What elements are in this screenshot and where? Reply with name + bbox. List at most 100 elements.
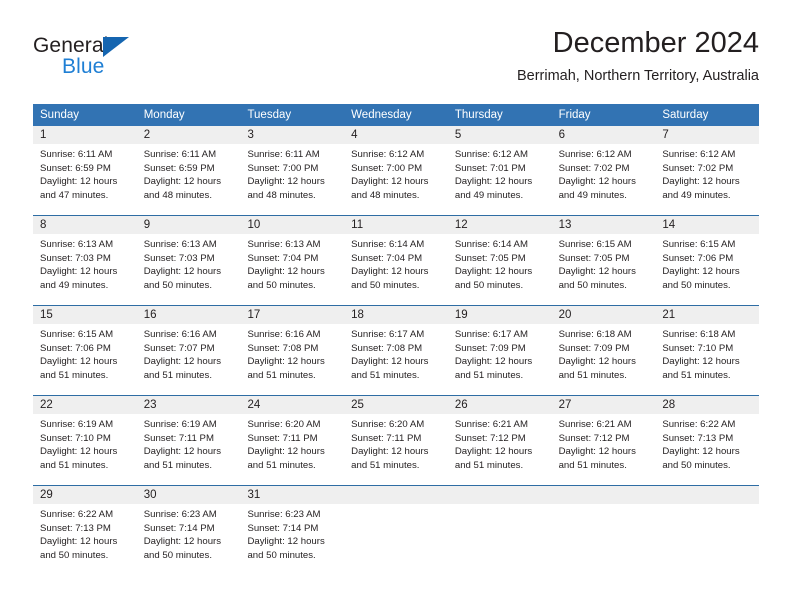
day-sunset: Sunset: 7:12 PM — [558, 432, 630, 444]
day-cell[interactable]: Sunrise: 6:22 AM Sunset: 7:13 PM Daylight:… — [33, 504, 137, 575]
day-daylight-line1: Daylight: 12 hours — [454, 446, 533, 457]
day-sunrise: Sunrise: 6:19 AM — [143, 419, 217, 430]
day-cell[interactable]: Sunrise: 6:16 AM Sunset: 7:07 PM Daylight:… — [137, 324, 241, 395]
day-number[interactable]: 7 — [655, 126, 759, 144]
day-daylight-line1: Daylight: 12 hours — [351, 266, 429, 277]
day-cell[interactable]: Sunrise: 6:22 AM Sunset: 7:13 PM Daylight:… — [655, 414, 759, 485]
day-number[interactable]: 2 — [137, 126, 241, 144]
day-sunset: Sunset: 7:11 PM — [351, 432, 422, 444]
day-cell[interactable]: Sunrise: 6:15 AM Sunset: 7:06 PM Daylight:… — [33, 324, 137, 395]
day-daylight-line2: and 50 minutes. — [247, 549, 316, 561]
day-sunrise: Sunrise: 6:15 AM — [558, 239, 632, 250]
week-date-strip: 8 9 10 11 12 13 14 — [33, 216, 759, 234]
day-daylight-line2: and 51 minutes. — [40, 459, 109, 471]
title-block: December 2024 Berrimah, Northern Territo… — [517, 26, 759, 86]
day-cell[interactable]: Sunrise: 6:12 AM Sunset: 7:02 PM Daylight:… — [552, 144, 656, 215]
day-sunset: Sunset: 7:09 PM — [558, 342, 630, 354]
day-number[interactable]: 17 — [240, 306, 344, 324]
day-number[interactable]: 1 — [33, 126, 137, 144]
day-sunset: Sunset: 7:00 PM — [351, 162, 423, 174]
day-cell[interactable]: Sunrise: 6:12 AM Sunset: 7:01 PM Daylight:… — [448, 144, 552, 215]
day-number[interactable]: 4 — [344, 126, 448, 144]
day-number[interactable]: 16 — [137, 306, 241, 324]
day-cell[interactable]: Sunrise: 6:16 AM Sunset: 7:08 PM Daylight:… — [240, 324, 344, 395]
day-number[interactable]: 26 — [448, 396, 552, 414]
day-number[interactable]: 21 — [655, 306, 759, 324]
day-cell[interactable]: Sunrise: 6:20 AM Sunset: 7:11 PM Daylight:… — [240, 414, 344, 485]
day-cell[interactable]: Sunrise: 6:19 AM Sunset: 7:11 PM Daylight:… — [137, 414, 241, 485]
logo-triangle-icon — [103, 37, 129, 57]
day-number[interactable]: 5 — [448, 126, 552, 144]
day-cell[interactable]: Sunrise: 6:21 AM Sunset: 7:12 PM Daylight:… — [448, 414, 552, 485]
day-daylight-line2: and 50 minutes. — [143, 549, 212, 561]
day-daylight-line2: and 51 minutes. — [247, 369, 316, 381]
day-number[interactable]: 8 — [33, 216, 137, 234]
day-cell[interactable]: Sunrise: 6:20 AM Sunset: 7:11 PM Daylight:… — [344, 414, 448, 485]
day-cell[interactable]: Sunrise: 6:11 AM Sunset: 7:00 PM Daylight:… — [240, 144, 344, 215]
day-number[interactable]: 9 — [137, 216, 241, 234]
day-daylight-line2: and 51 minutes. — [558, 369, 627, 381]
day-number[interactable]: 19 — [448, 306, 552, 324]
calendar-week-row: 22 23 24 25 26 27 28 Sunrise: 6:19 AM Sunset: 7:… — [33, 395, 759, 485]
day-daylight-line2: and 50 minutes. — [662, 279, 731, 291]
day-number[interactable]: 28 — [655, 396, 759, 414]
day-cell[interactable]: Sunrise: 6:14 AM Sunset: 7:05 PM Daylight:… — [448, 234, 552, 305]
day-cell[interactable]: Sunrise: 6:12 AM Sunset: 7:00 PM Daylight:… — [344, 144, 448, 215]
day-sunrise: Sunrise: 6:14 AM — [454, 239, 528, 250]
day-cell[interactable]: Sunrise: 6:14 AM Sunset: 7:04 PM Daylight:… — [344, 234, 448, 305]
day-cell[interactable]: Sunrise: 6:18 AM Sunset: 7:10 PM Daylight:… — [655, 324, 759, 395]
day-number[interactable]: 24 — [240, 396, 344, 414]
day-cell[interactable]: Sunrise: 6:19 AM Sunset: 7:10 PM Daylight:… — [33, 414, 137, 485]
day-number[interactable]: 14 — [655, 216, 759, 234]
day-sunrise: Sunrise: 6:21 AM — [558, 419, 632, 430]
day-number[interactable]: 29 — [33, 486, 137, 504]
day-sunrise: Sunrise: 6:23 AM — [143, 509, 217, 520]
day-number[interactable]: 12 — [448, 216, 552, 234]
day-cell[interactable]: Sunrise: 6:12 AM Sunset: 7:02 PM Daylight:… — [655, 144, 759, 215]
day-cell[interactable]: Sunrise: 6:11 AM Sunset: 6:59 PM Daylight:… — [33, 144, 137, 215]
day-cell[interactable]: Sunrise: 6:23 AM Sunset: 7:14 PM Daylight:… — [137, 504, 241, 575]
day-cell[interactable]: Sunrise: 6:15 AM Sunset: 7:06 PM Daylight:… — [655, 234, 759, 305]
day-daylight-line1: Daylight: 12 hours — [662, 356, 740, 367]
weekday-header-row: Sunday Monday Tuesday Wednesday Thursday… — [33, 104, 759, 126]
day-daylight-line2: and 51 minutes. — [247, 459, 316, 471]
day-daylight-line2: and 50 minutes. — [143, 279, 212, 291]
weekday-header-thursday: Thursday — [454, 109, 503, 121]
day-cell[interactable]: Sunrise: 6:15 AM Sunset: 7:05 PM Daylight:… — [552, 234, 656, 305]
day-cell[interactable]: Sunrise: 6:23 AM Sunset: 7:14 PM Daylight:… — [240, 504, 344, 575]
day-cell[interactable]: Sunrise: 6:11 AM Sunset: 6:59 PM Daylight:… — [137, 144, 241, 215]
day-cell[interactable]: Sunrise: 6:21 AM Sunset: 7:12 PM Daylight:… — [552, 414, 656, 485]
day-number[interactable]: 25 — [344, 396, 448, 414]
day-number[interactable]: 27 — [552, 396, 656, 414]
day-cell[interactable]: Sunrise: 6:17 AM Sunset: 7:09 PM Daylight:… — [448, 324, 552, 395]
day-number[interactable]: 23 — [137, 396, 241, 414]
day-sunset: Sunset: 6:59 PM — [143, 162, 215, 174]
day-number[interactable]: 31 — [240, 486, 344, 504]
week-detail-strip: Sunrise: 6:15 AM Sunset: 7:06 PM Daylight:… — [33, 324, 759, 395]
day-daylight-line1: Daylight: 12 hours — [558, 356, 636, 367]
day-number[interactable]: 20 — [552, 306, 656, 324]
day-cell[interactable]: Sunrise: 6:13 AM Sunset: 7:03 PM Daylight:… — [33, 234, 137, 305]
day-number[interactable]: 6 — [552, 126, 656, 144]
day-daylight-line2: and 50 minutes. — [662, 459, 731, 471]
day-sunrise: Sunrise: 6:19 AM — [40, 419, 114, 430]
generalblue-logo[interactable]: General Blue — [33, 34, 233, 90]
day-number[interactable]: 13 — [552, 216, 656, 234]
day-sunrise: Sunrise: 6:20 AM — [351, 419, 425, 430]
day-number[interactable]: 3 — [240, 126, 344, 144]
day-number[interactable]: 10 — [240, 216, 344, 234]
day-number[interactable]: 22 — [33, 396, 137, 414]
day-sunrise: Sunrise: 6:14 AM — [351, 239, 425, 250]
day-daylight-line1: Daylight: 12 hours — [40, 356, 118, 367]
calendar-week-row: 15 16 17 18 19 20 21 Sunrise: 6:15 AM Sunset: 7:… — [33, 305, 759, 395]
day-sunset: Sunset: 7:14 PM — [247, 522, 319, 534]
day-cell[interactable]: Sunrise: 6:13 AM Sunset: 7:04 PM Daylight:… — [240, 234, 344, 305]
day-number[interactable]: 15 — [33, 306, 137, 324]
day-number[interactable]: 18 — [344, 306, 448, 324]
day-cell[interactable]: Sunrise: 6:13 AM Sunset: 7:03 PM Daylight:… — [137, 234, 241, 305]
day-number[interactable]: 30 — [137, 486, 241, 504]
day-daylight-line2: and 50 minutes. — [454, 279, 524, 291]
day-number[interactable]: 11 — [344, 216, 448, 234]
day-cell[interactable]: Sunrise: 6:18 AM Sunset: 7:09 PM Daylight:… — [552, 324, 656, 395]
day-cell[interactable]: Sunrise: 6:17 AM Sunset: 7:08 PM Daylight:… — [344, 324, 448, 395]
